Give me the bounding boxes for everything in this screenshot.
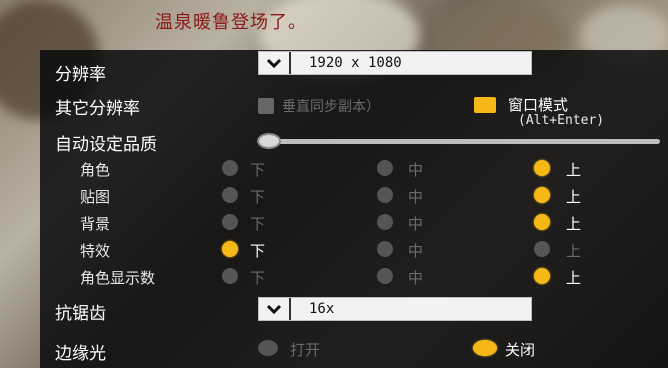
quality-slider-handle[interactable] xyxy=(257,133,281,149)
quality-low-radio[interactable] xyxy=(222,241,238,257)
quality-high-label: 上 xyxy=(566,188,582,206)
quality-high-label: 上 xyxy=(566,161,582,179)
auto-quality-label: 自动设定品质 xyxy=(55,135,157,155)
quality-mid-label: 中 xyxy=(408,161,424,179)
quality-low-radio[interactable] xyxy=(222,187,238,203)
quality-high-radio[interactable] xyxy=(534,160,550,176)
resolution-value: 1920 x 1080 xyxy=(309,55,402,71)
quality-low-label: 下 xyxy=(250,242,266,260)
edge-light-on-radio[interactable] xyxy=(258,340,278,356)
quality-high-radio[interactable] xyxy=(534,268,550,284)
quality-low-radio[interactable] xyxy=(222,268,238,284)
quality-high-radio[interactable] xyxy=(534,241,550,257)
quality-high-radio[interactable] xyxy=(534,214,550,230)
quality-mid-radio[interactable] xyxy=(377,241,393,257)
background-title-text: 温泉暖鲁登场了。 xyxy=(155,12,307,33)
quality-mid-radio[interactable] xyxy=(377,160,393,176)
quality-row-label: 特效 xyxy=(80,242,111,260)
quality-mid-label: 中 xyxy=(408,269,424,287)
quality-mid-label: 中 xyxy=(408,188,424,206)
window-mode-label: 窗口模式 xyxy=(508,96,569,114)
quality-mid-radio[interactable] xyxy=(377,268,393,284)
quality-low-label: 下 xyxy=(250,269,266,287)
quality-slider-track[interactable] xyxy=(266,139,660,144)
quality-low-label: 下 xyxy=(250,161,266,179)
vsync-label: 垂直同步副本） xyxy=(282,99,380,115)
edge-light-off-radio[interactable] xyxy=(473,340,497,356)
other-resolution-label: 其它分辨率 xyxy=(55,99,140,119)
resolution-label: 分辨率 xyxy=(55,65,106,85)
quality-high-label: 上 xyxy=(566,242,582,260)
quality-high-label: 上 xyxy=(566,269,582,287)
quality-mid-label: 中 xyxy=(408,242,424,260)
chevron-down-icon xyxy=(259,298,291,320)
quality-row-label: 背景 xyxy=(80,215,111,233)
quality-row-label: 角色显示数 xyxy=(80,269,156,287)
vsync-checkbox[interactable] xyxy=(258,98,274,114)
antialias-label: 抗锯齿 xyxy=(55,304,106,324)
quality-low-radio[interactable] xyxy=(222,214,238,230)
resolution-dropdown[interactable]: 1920 x 1080 xyxy=(258,51,532,75)
window-mode-checkbox[interactable] xyxy=(474,97,496,113)
edge-light-off-label: 关闭 xyxy=(505,341,536,359)
quality-mid-label: 中 xyxy=(408,215,424,233)
quality-low-label: 下 xyxy=(250,215,266,233)
quality-high-radio[interactable] xyxy=(534,187,550,203)
edge-light-on-label: 打开 xyxy=(290,341,321,359)
quality-mid-radio[interactable] xyxy=(377,187,393,203)
window-mode-shortcut: (Alt+Enter) xyxy=(518,113,605,128)
quality-mid-radio[interactable] xyxy=(377,214,393,230)
chevron-down-icon xyxy=(259,52,291,74)
quality-low-label: 下 xyxy=(250,188,266,206)
quality-row-label: 贴图 xyxy=(80,188,111,206)
quality-high-label: 上 xyxy=(566,215,582,233)
edge-light-label: 边缘光 xyxy=(55,344,106,364)
quality-low-radio[interactable] xyxy=(222,160,238,176)
antialias-dropdown[interactable]: 16x xyxy=(258,297,532,321)
quality-row-label: 角色 xyxy=(80,161,111,179)
antialias-value: 16x xyxy=(309,301,335,317)
